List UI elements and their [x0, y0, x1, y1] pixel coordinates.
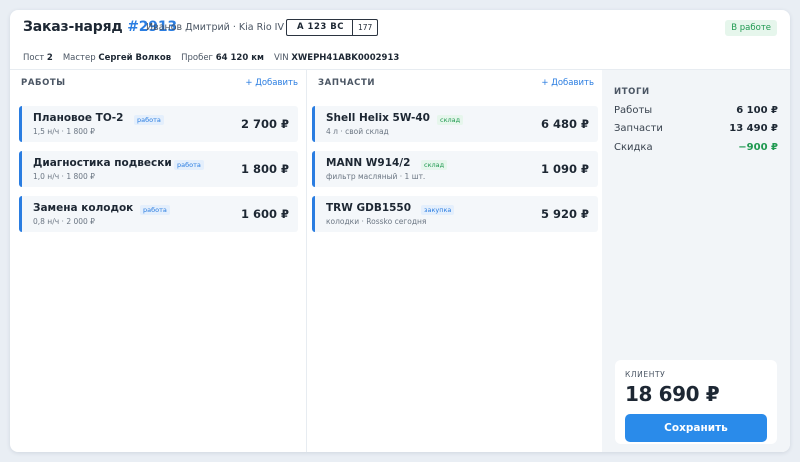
license-plate: A 123 BC 177 — [286, 19, 379, 36]
part-tag: склад — [421, 160, 448, 170]
parts-column: ЗАПЧАСТИ + Добавить Shell Helix 5W-40 ск… — [307, 70, 602, 452]
work-tag: работа — [134, 115, 164, 125]
plate-region: 177 — [357, 23, 373, 32]
work-detail: 1,0 н/ч · 1 800 ₽ — [33, 172, 95, 181]
title-prefix: Заказ-наряд — [23, 19, 123, 35]
mileage-label: Пробег — [181, 52, 214, 63]
works-title: РАБОТЫ — [21, 78, 66, 88]
work-tag: работа — [174, 160, 204, 170]
totals-column: ИТОГИ Работы 6 100 ₽ Запчасти 13 490 ₽ С… — [602, 70, 790, 452]
meta-bar: Пост 2 Мастер Сергей Волков Пробег 64 12… — [10, 46, 790, 70]
vin-value: XWEPH41ABK0002913 — [291, 52, 400, 63]
master-label: Мастер — [62, 52, 96, 63]
totals-parts-value: 13 490 ₽ — [729, 123, 778, 134]
work-name: Плановое ТО-2 — [33, 112, 124, 124]
work-detail: 0,8 н/ч · 2 000 ₽ — [33, 217, 95, 226]
totals-parts-label: Запчасти — [614, 123, 663, 134]
client-total-card: КЛИЕНТУ 18 690 ₽ Сохранить — [615, 360, 777, 444]
work-name: Диагностика подвески — [33, 157, 172, 169]
work-item[interactable]: Замена колодок работа 0,8 н/ч · 2 000 ₽ … — [19, 196, 298, 232]
work-price: 2 700 ₽ — [240, 117, 289, 131]
work-order-window: Заказ-наряд #2913 Иванов Дмитрий · Kia R… — [10, 10, 790, 452]
work-item[interactable]: Плановое ТО-2 работа 1,5 н/ч · 1 800 ₽ 2… — [19, 106, 298, 142]
totals-works-row: Работы 6 100 ₽ — [614, 105, 778, 116]
save-button[interactable]: Сохранить — [625, 414, 767, 442]
client-total-value: 18 690 ₽ — [625, 382, 720, 406]
part-item[interactable]: TRW GDB1550 закупка колодки · Rossko сег… — [312, 196, 598, 232]
add-work-button[interactable]: + Добавить — [245, 78, 298, 88]
work-tag: работа — [140, 205, 170, 215]
meta-vin: VIN XWEPH41ABK0002913 — [274, 53, 399, 63]
totals-discount-row: Скидка −900 ₽ — [614, 142, 778, 153]
work-detail: 1,5 н/ч · 1 800 ₽ — [33, 127, 95, 136]
meta-master: Мастер Сергей Волков — [63, 53, 171, 63]
totals-title: ИТОГИ — [614, 87, 650, 97]
totals-works-label: Работы — [614, 105, 653, 116]
totals-discount-label: Скидка — [614, 142, 653, 153]
vin-label: VIN — [273, 52, 289, 63]
client-total-label: КЛИЕНТУ — [625, 370, 666, 379]
parts-title: ЗАПЧАСТИ — [318, 78, 376, 88]
totals-discount-value: −900 ₽ — [738, 142, 778, 153]
part-price: 6 480 ₽ — [540, 117, 589, 131]
totals-parts-row: Запчасти 13 490 ₽ — [614, 123, 778, 134]
part-detail: колодки · Rossko сегодня — [326, 217, 427, 226]
post-value: 2 — [46, 52, 53, 63]
part-item[interactable]: Shell Helix 5W-40 склад 4 л · свой склад… — [312, 106, 598, 142]
master-value: Сергей Волков — [98, 52, 172, 63]
client-vehicle: Иванов Дмитрий · Kia Rio IV — [146, 22, 284, 33]
main-content: РАБОТЫ + Добавить Плановое ТО-2 работа 1… — [10, 70, 790, 452]
work-name: Замена колодок — [33, 202, 134, 214]
part-price: 5 920 ₽ — [540, 207, 589, 221]
add-part-button[interactable]: + Добавить — [541, 78, 594, 88]
works-column: РАБОТЫ + Добавить Плановое ТО-2 работа 1… — [10, 70, 307, 452]
work-price: 1 800 ₽ — [240, 162, 289, 176]
work-item[interactable]: Диагностика подвески работа 1,0 н/ч · 1 … — [19, 151, 298, 187]
totals-works-value: 6 100 ₽ — [736, 105, 778, 116]
plate-number: A 123 BC — [287, 20, 353, 35]
part-tag: закупка — [421, 205, 455, 215]
part-name: TRW GDB1550 — [326, 202, 412, 214]
works-header: РАБОТЫ + Добавить — [21, 76, 298, 90]
part-item[interactable]: MANN W914/2 склад фильтр масляный · 1 шт… — [312, 151, 598, 187]
part-tag: склад — [437, 115, 464, 125]
parts-header: ЗАПЧАСТИ + Добавить — [318, 76, 594, 90]
part-detail: 4 л · свой склад — [326, 127, 389, 136]
part-detail: фильтр масляный · 1 шт. — [326, 172, 426, 181]
part-price: 1 090 ₽ — [540, 162, 589, 176]
header: Заказ-наряд #2913 Иванов Дмитрий · Kia R… — [10, 10, 790, 46]
status-badge[interactable]: В работе — [725, 20, 777, 36]
post-label: Пост — [23, 52, 45, 63]
part-name: Shell Helix 5W-40 — [326, 112, 430, 124]
work-price: 1 600 ₽ — [240, 207, 289, 221]
meta-post: Пост 2 — [23, 53, 53, 63]
part-name: MANN W914/2 — [326, 157, 411, 169]
mileage-value: 64 120 км — [215, 52, 264, 63]
meta-mileage: Пробег 64 120 км — [181, 53, 264, 63]
